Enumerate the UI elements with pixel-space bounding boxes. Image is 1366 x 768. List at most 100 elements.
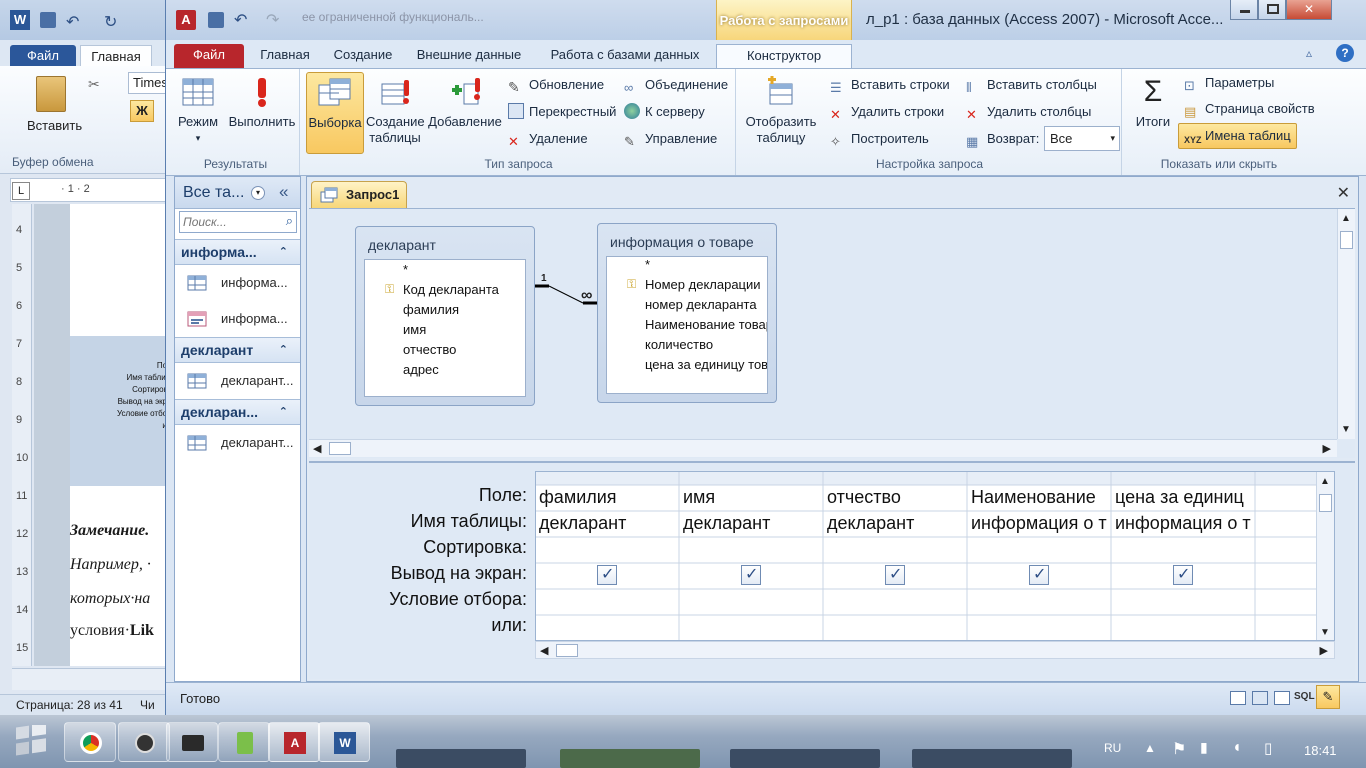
query-tab[interactable]: Запрос1: [311, 181, 407, 208]
update-query-button[interactable]: ✎ Обновление: [508, 75, 604, 95]
field-item[interactable]: Номер декларации: [645, 277, 761, 292]
taskbar-files[interactable]: [166, 722, 218, 762]
field-item[interactable]: Наименование товар: [645, 317, 767, 332]
delete-columns-button[interactable]: ✕ Удалить столбцы: [966, 102, 1091, 122]
pass-through-button[interactable]: К серверу: [624, 102, 705, 122]
word-tab-home[interactable]: Главная: [80, 45, 152, 66]
chevron-up-icon[interactable]: ⌃: [279, 338, 288, 362]
undo-icon[interactable]: ↶: [66, 12, 79, 32]
field-item[interactable]: имя: [403, 322, 426, 337]
paste-icon[interactable]: [36, 76, 66, 112]
network-icon[interactable]: ▮: [1200, 739, 1208, 756]
table-pane-hscrollbar[interactable]: ◀ ▶: [309, 439, 1337, 457]
minimize-button[interactable]: [1230, 0, 1258, 20]
grid-table-cell[interactable]: декларант: [683, 513, 821, 534]
undo-icon[interactable]: ↶: [234, 10, 247, 30]
save-icon[interactable]: [40, 12, 56, 28]
insert-rows-button[interactable]: ☰ Вставить строки: [830, 75, 950, 95]
nav-dropdown-icon[interactable]: ▾: [251, 186, 265, 200]
grid-field-cell[interactable]: имя: [683, 487, 821, 508]
taskbar-word[interactable]: W: [318, 722, 370, 762]
redo-icon[interactable]: ↷: [266, 10, 279, 30]
scroll-thumb[interactable]: [556, 644, 578, 657]
collapse-pane-icon[interactable]: «: [279, 182, 288, 202]
scroll-up-icon[interactable]: ▲: [1320, 476, 1330, 487]
field-item[interactable]: номер декларанта: [645, 297, 757, 312]
show-checkbox[interactable]: ✓: [741, 565, 761, 585]
start-button[interactable]: [12, 725, 50, 759]
scroll-down-icon[interactable]: ▼: [1341, 424, 1351, 435]
nav-header[interactable]: Все та... ▾ «: [175, 177, 300, 209]
save-icon[interactable]: [208, 12, 224, 28]
word-app-icon[interactable]: W: [10, 10, 30, 30]
nav-search-box[interactable]: ⌕: [179, 211, 297, 233]
delete-query-button[interactable]: ✕ Удаление: [508, 129, 588, 149]
nav-header-title[interactable]: Все та...: [183, 184, 244, 202]
delete-rows-button[interactable]: ✕ Удалить строки: [830, 102, 944, 122]
flag-icon[interactable]: ⚑: [1172, 739, 1186, 759]
scroll-down-icon[interactable]: ▼: [1320, 627, 1330, 638]
grid-vscrollbar[interactable]: ▲ ▼: [1316, 472, 1334, 640]
word-hscrollbar[interactable]: [12, 668, 175, 690]
access-app-icon[interactable]: A: [176, 10, 196, 30]
language-indicator[interactable]: RU: [1104, 741, 1121, 755]
page-counter[interactable]: Страница: 28 из 41: [16, 698, 123, 712]
taskbar-app[interactable]: [218, 722, 270, 762]
ribbon-collapse-icon[interactable]: ▵: [1306, 46, 1320, 60]
scroll-right-icon[interactable]: ▶: [1323, 442, 1331, 455]
redo-icon[interactable]: ↻: [104, 12, 117, 32]
field-item[interactable]: отчество: [403, 342, 456, 357]
datasheet-view-icon[interactable]: [1230, 691, 1246, 705]
show-checkbox[interactable]: ✓: [1029, 565, 1049, 585]
nav-item[interactable]: декларант...: [175, 363, 300, 399]
show-hidden-icons[interactable]: ▲: [1144, 741, 1156, 755]
cut-icon[interactable]: ✂: [88, 76, 100, 93]
taskbar-access[interactable]: A: [268, 722, 320, 762]
field-item[interactable]: цена за единицу това: [645, 357, 767, 372]
field-item[interactable]: *: [403, 262, 408, 277]
tab-design[interactable]: Конструктор: [716, 44, 852, 68]
show-checkbox[interactable]: ✓: [885, 565, 905, 585]
scroll-thumb[interactable]: [1340, 231, 1353, 249]
append-button[interactable]: Добавление: [428, 72, 502, 130]
scroll-left-icon[interactable]: ◀: [540, 644, 548, 657]
property-sheet-button[interactable]: ▤ Страница свойств: [1184, 99, 1315, 119]
close-query-icon[interactable]: ✕: [1337, 183, 1350, 203]
show-checkbox[interactable]: ✓: [597, 565, 617, 585]
tab-file[interactable]: Файл: [174, 44, 244, 68]
nav-group-header[interactable]: декларант ⌃: [175, 337, 300, 363]
show-checkbox[interactable]: ✓: [1173, 565, 1193, 585]
chevron-up-icon[interactable]: ⌃: [279, 240, 288, 264]
help-icon[interactable]: ?: [1336, 44, 1354, 62]
return-dropdown[interactable]: Все ▾: [1044, 126, 1120, 151]
close-button[interactable]: ✕: [1286, 0, 1332, 20]
grid-hscrollbar[interactable]: ◀ ▶: [535, 641, 1335, 659]
view-button[interactable]: Режим ▾: [176, 72, 220, 146]
taskbar-chrome[interactable]: [64, 722, 116, 762]
builder-button[interactable]: ✧ Построитель: [830, 129, 929, 149]
scroll-thumb[interactable]: [1319, 494, 1332, 512]
grid-field-cell[interactable]: цена за единиц: [1115, 487, 1253, 508]
nav-search-input[interactable]: [180, 212, 274, 232]
scroll-thumb[interactable]: [329, 442, 351, 455]
make-table-button[interactable]: Создание таблицы: [366, 72, 425, 146]
nav-item[interactable]: информа...: [175, 301, 300, 337]
tab-home[interactable]: Главная: [250, 44, 320, 68]
select-query-button[interactable]: Выборка: [306, 72, 364, 154]
field-item[interactable]: фамилия: [403, 302, 459, 317]
taskbar-media-player[interactable]: [118, 722, 170, 762]
totals-button[interactable]: Σ Итоги: [1128, 72, 1178, 130]
grid-table-cell[interactable]: декларант: [539, 513, 677, 534]
grid-table-cell[interactable]: информация о т: [971, 513, 1109, 534]
nav-group-header[interactable]: декларан... ⌃: [175, 399, 300, 425]
pivot-chart-icon[interactable]: [1274, 691, 1290, 705]
field-item[interactable]: количество: [645, 337, 713, 352]
nav-item[interactable]: декларант...: [175, 425, 300, 461]
show-table-button[interactable]: Отобразить таблицу: [742, 72, 820, 146]
table-pane-vscrollbar[interactable]: ▲ ▼: [1337, 209, 1355, 439]
field-item[interactable]: *: [645, 257, 650, 272]
nav-group-header[interactable]: информа... ⌃: [175, 239, 300, 265]
chevron-up-icon[interactable]: ⌃: [279, 400, 288, 424]
table-box-declarant[interactable]: декларант * ⚿ Код декларанта фамилия имя…: [355, 226, 535, 406]
tab-database-tools[interactable]: Работа с базами данных: [544, 44, 706, 68]
